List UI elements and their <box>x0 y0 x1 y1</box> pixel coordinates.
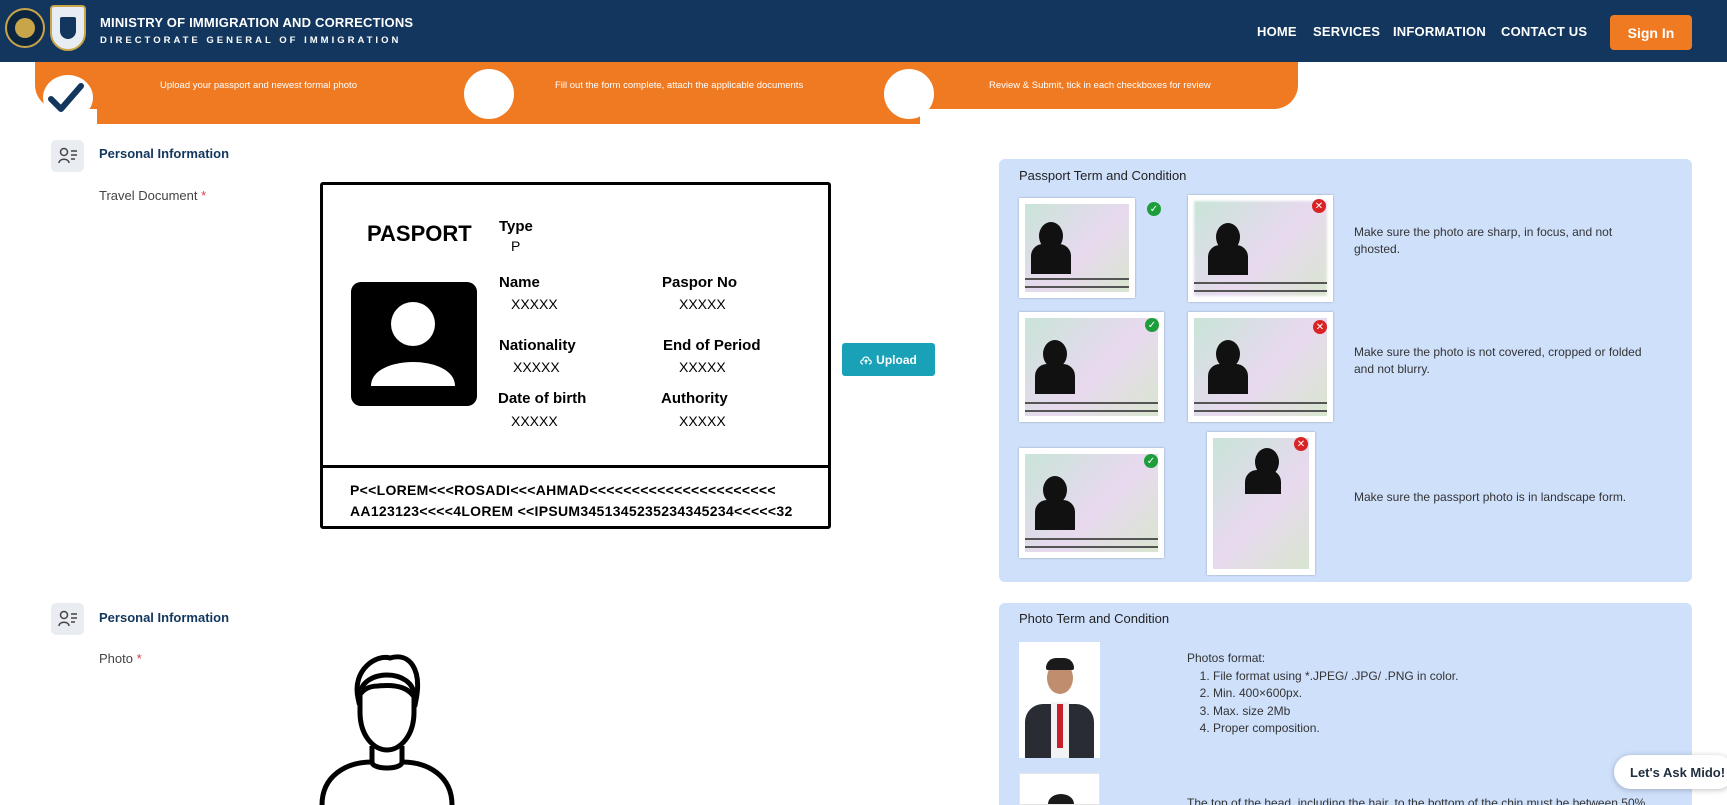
personal-info-icon <box>51 603 84 635</box>
upload-button-label: Upload <box>876 352 917 367</box>
photo-terms-title: Photo Term and Condition <box>1019 611 1170 626</box>
personal-info-icon <box>51 140 84 172</box>
photo-format-rules: Photos format: File format using *.JPEG/… <box>1187 650 1458 738</box>
photo-section-title: Personal Information <box>99 610 230 625</box>
photo-example-formal <box>1019 642 1100 758</box>
passport-rule-1: Make sure the photo are sharp, in focus,… <box>1354 225 1613 256</box>
sign-in-button[interactable]: Sign In <box>1610 15 1692 50</box>
travel-document-label-text: Travel Document <box>99 188 198 203</box>
passport-type-label: Type <box>499 218 533 235</box>
passport-nationality-value: XXXXX <box>513 359 560 375</box>
immigration-shield-icon[interactable] <box>50 5 86 51</box>
org-title-block: MINISTRY OF IMMIGRATION AND CORRECTIONS … <box>100 15 413 46</box>
passport-specimen: PASPORT Type P Name XXXXX Paspor No XXXX… <box>320 182 831 529</box>
cloud-upload-icon <box>860 355 872 365</box>
upload-passport-button[interactable]: Upload <box>842 343 935 376</box>
travel-section-title: Personal Information <box>99 146 230 161</box>
nav-information[interactable]: INFORMATION <box>1393 24 1486 39</box>
required-mark: * <box>201 188 207 203</box>
step-2-indicator <box>464 69 514 119</box>
page: MINISTRY OF IMMIGRATION AND CORRECTIONS … <box>0 0 1727 805</box>
passport-dob-value: XXXXX <box>511 413 558 429</box>
close-icon: ✕ <box>1312 199 1326 213</box>
check-icon: ✓ <box>1145 318 1159 332</box>
photo-label: Photo * <box>99 651 142 666</box>
passport-example-bad-2 <box>1188 312 1333 422</box>
chat-assistant-button[interactable]: Let's Ask Mido! <box>1614 755 1727 789</box>
photo-head-size-note: The top of the head, including the hair,… <box>1187 796 1646 805</box>
passport-rule-3: Make sure the passport photo is in lands… <box>1354 490 1627 504</box>
nav-contact-us[interactable]: CONTACT US <box>1501 24 1587 39</box>
passport-name-value: XXXXX <box>511 296 558 312</box>
passport-authority-label: Authority <box>661 390 728 407</box>
passport-number-value: XXXXX <box>679 296 726 312</box>
passport-mrz-line-2: AA123123<<<<4LOREM <<IPSUM34513452352343… <box>350 503 793 519</box>
org-subtitle: DIRECTORATE GENERAL OF IMMIGRATION <box>100 35 402 46</box>
passport-example-good-3 <box>1019 448 1164 558</box>
photo-label-text: Photo <box>99 651 133 666</box>
step-2-label: Fill out the form complete, attach the a… <box>555 80 804 91</box>
passport-nationality-label: Nationality <box>499 337 576 354</box>
photo-format-heading: Photos format: <box>1187 651 1266 665</box>
travel-document-label: Travel Document * <box>99 188 206 203</box>
check-icon <box>48 83 84 112</box>
passport-dob-label: Date of birth <box>498 390 587 407</box>
passport-terms-title: Passport Term and Condition <box>1019 168 1187 183</box>
person-outline-icon <box>319 654 455 805</box>
passport-end-period-value: XXXXX <box>679 359 726 375</box>
photo-format-list: File format using *.JPEG/ .JPG/ .PNG in … <box>1187 668 1458 738</box>
passport-mrz-line-1: P<<LOREM<<<ROSADI<<<AHMAD<<<<<<<<<<<<<<<… <box>350 482 776 498</box>
passport-end-period-label: End of Period <box>663 337 761 354</box>
passport-example-bad-3 <box>1207 432 1315 575</box>
photo-format-item: Proper composition. <box>1213 720 1458 738</box>
passport-photo-placeholder <box>351 282 477 406</box>
close-icon: ✕ <box>1313 320 1327 334</box>
passport-number-label: Paspor No <box>662 274 738 291</box>
step-3-label: Review & Submit, tick in each checkboxes… <box>989 80 1211 91</box>
nav-home[interactable]: HOME <box>1257 24 1297 39</box>
ministry-emblem-icon[interactable] <box>5 8 45 48</box>
close-icon: ✕ <box>1294 437 1308 451</box>
check-icon: ✓ <box>1144 454 1158 468</box>
passport-name-label: Name <box>499 274 540 291</box>
passport-example-good-1 <box>1019 198 1135 298</box>
step-1-label: Upload your passport and newest formal p… <box>160 80 357 91</box>
top-header: MINISTRY OF IMMIGRATION AND CORRECTIONS … <box>0 0 1727 62</box>
passport-authority-value: XXXXX <box>679 413 726 429</box>
passport-divider <box>323 465 828 468</box>
photo-format-item: File format using *.JPEG/ .JPG/ .PNG in … <box>1213 668 1458 686</box>
step-3-indicator <box>884 69 934 119</box>
photo-example-measure <box>1019 773 1100 805</box>
passport-example-good-2 <box>1019 312 1164 422</box>
photo-format-item: Min. 400×600px. <box>1213 685 1458 703</box>
photo-format-item: Max. size 2Mb <box>1213 703 1458 721</box>
org-title: MINISTRY OF IMMIGRATION AND CORRECTIONS <box>100 15 414 30</box>
required-mark: * <box>136 651 142 666</box>
check-icon: ✓ <box>1147 202 1161 216</box>
passport-type-value: P <box>511 238 521 254</box>
person-silhouette-icon <box>371 302 455 386</box>
nav-services[interactable]: SERVICES <box>1313 24 1380 39</box>
passport-rule-2: Make sure the photo is not covered, crop… <box>1354 345 1642 376</box>
passport-title: PASPORT <box>367 221 472 246</box>
passport-example-bad-1 <box>1188 195 1333 302</box>
